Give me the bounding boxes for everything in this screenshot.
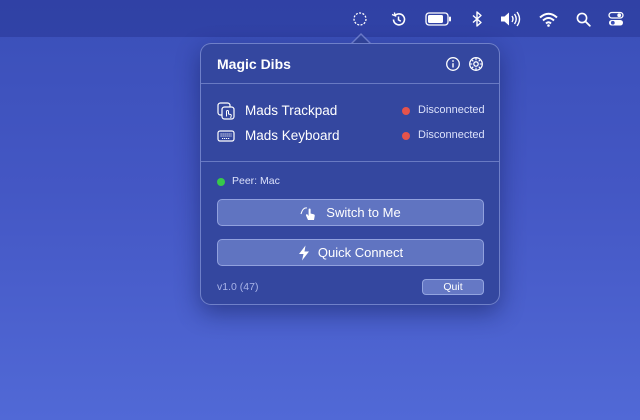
quit-button[interactable]: Quit: [422, 279, 484, 295]
wifi-icon[interactable]: [538, 9, 558, 29]
settings-gear-icon[interactable]: [468, 56, 484, 72]
status-dot-disconnected: [402, 132, 410, 140]
battery-icon[interactable]: [424, 9, 452, 29]
menu-bar: [0, 0, 640, 37]
lightning-bolt-icon: [298, 245, 310, 261]
status-dot-disconnected: [402, 107, 410, 115]
bluetooth-icon[interactable]: [470, 9, 484, 29]
device-name: Mads Trackpad: [245, 103, 338, 118]
peer-status-dot: [217, 178, 225, 186]
hand-tap-icon: [300, 205, 318, 221]
device-name: Mads Keyboard: [245, 128, 340, 143]
header-divider: [201, 83, 499, 84]
keyboard-icon: [217, 127, 235, 145]
volume-icon[interactable]: [499, 9, 521, 29]
device-row-trackpad[interactable]: Mads Trackpad Disconnected: [217, 101, 485, 121]
device-status: Disconnected: [418, 129, 485, 141]
device-status: Disconnected: [418, 104, 485, 116]
device-row-keyboard[interactable]: Mads Keyboard Disconnected: [217, 126, 485, 146]
switch-to-me-label: Switch to Me: [326, 205, 401, 220]
info-icon[interactable]: [445, 56, 461, 72]
trackpad-icon: [217, 102, 235, 120]
magic-dibs-popover: Magic Dibs Mads Trackpad Disconnected Ma…: [200, 43, 500, 305]
version-label: v1.0 (47): [217, 281, 259, 293]
time-machine-icon[interactable]: [388, 9, 408, 29]
quick-connect-label: Quick Connect: [317, 245, 404, 260]
switch-to-me-button[interactable]: Switch to Me: [217, 199, 484, 226]
popover-title: Magic Dibs: [217, 56, 291, 72]
control-center-icon[interactable]: [607, 9, 625, 29]
quick-connect-button[interactable]: Quick Connect: [217, 239, 484, 266]
spotlight-search-icon[interactable]: [575, 9, 591, 29]
magic-dibs-status-icon[interactable]: [351, 9, 369, 29]
peer-label: Peer: Mac: [232, 175, 280, 187]
devices-divider: [201, 161, 499, 162]
